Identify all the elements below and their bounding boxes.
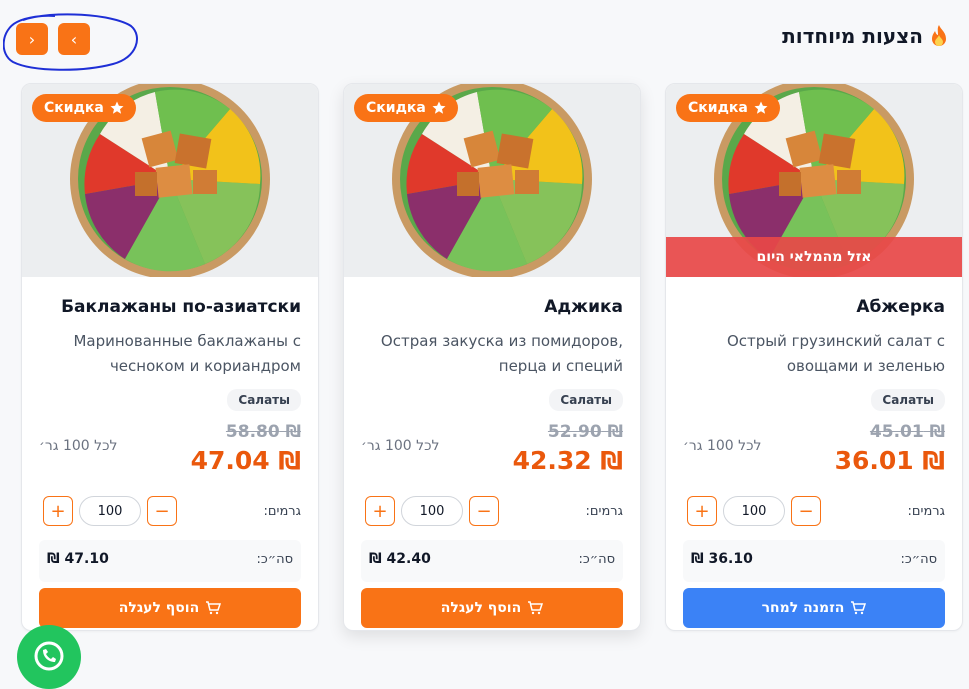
quantity-row: גרמים: + 100 − bbox=[39, 496, 301, 530]
plus-icon: + bbox=[50, 500, 66, 522]
quantity-stepper: + 100 − bbox=[43, 496, 177, 526]
product-description: Маринованные баклажаны с чесноком и кори… bbox=[73, 332, 301, 375]
quantity-input[interactable]: 100 bbox=[79, 496, 141, 526]
total-value: ₪ 47.10 bbox=[47, 551, 109, 567]
minus-icon: − bbox=[476, 500, 492, 522]
cta-label: הוסף לעגלה bbox=[440, 600, 522, 616]
price-unit: לכל 100 גר׳ bbox=[683, 438, 762, 454]
sold-out-banner: אזל מהמלאי היום bbox=[666, 237, 962, 277]
new-price: ₪ 36.01 bbox=[834, 446, 945, 475]
product-description: Острая закуска из помидоров, перца и спе… bbox=[380, 332, 623, 375]
badge-label: Скидка bbox=[366, 100, 426, 116]
minus-icon: − bbox=[154, 500, 170, 522]
total-row: סה״כ: ₪ 42.40 bbox=[361, 540, 623, 582]
plus-icon: + bbox=[694, 500, 710, 522]
category-tag: Салаты bbox=[549, 389, 623, 411]
whatsapp-button[interactable] bbox=[17, 625, 81, 689]
carousel-nav: › ‹ bbox=[16, 23, 90, 55]
product-name[interactable]: Баклажаны по-азиатски bbox=[39, 297, 301, 317]
product-card[interactable]: Скидка אזל מהמלאי היום Абжерка Острый гр… bbox=[665, 83, 963, 631]
star-icon bbox=[110, 101, 124, 114]
preorder-button[interactable]: הזמנה למחר bbox=[683, 588, 945, 628]
discount-badge: Скидка bbox=[676, 94, 780, 122]
price-block: ₪ 45.01 ₪ 36.01 לכל 100 גר׳ bbox=[683, 416, 945, 480]
increase-button[interactable]: + bbox=[43, 496, 73, 526]
decrease-button[interactable]: − bbox=[469, 496, 499, 526]
badge-label: Скидка bbox=[688, 100, 748, 116]
increase-button[interactable]: + bbox=[687, 496, 717, 526]
total-row: סה״כ: ₪ 36.10 bbox=[683, 540, 945, 582]
product-card[interactable]: Скидка Баклажаны по-азиатски Маринованны… bbox=[21, 83, 319, 631]
category-tag: Салаты bbox=[871, 389, 945, 411]
cta-label: הזמנה למחר bbox=[761, 600, 845, 616]
old-price: ₪ 45.01 bbox=[869, 422, 945, 442]
add-to-cart-button[interactable]: הוסף לעגלה bbox=[39, 588, 301, 628]
grams-label: גרמים: bbox=[585, 504, 623, 519]
decrease-button[interactable]: − bbox=[791, 496, 821, 526]
minus-icon: − bbox=[798, 500, 814, 522]
quantity-stepper: + 100 − bbox=[687, 496, 821, 526]
new-price: ₪ 42.32 bbox=[512, 446, 623, 475]
quantity-row: גרמים: + 100 − bbox=[361, 496, 623, 530]
carousel-prev-button[interactable]: ‹ bbox=[58, 23, 90, 55]
discount-badge: Скидка bbox=[354, 94, 458, 122]
chevron-left-icon: ‹ bbox=[70, 29, 78, 49]
quantity-input[interactable]: 100 bbox=[401, 496, 463, 526]
quantity-input[interactable]: 100 bbox=[723, 496, 785, 526]
plus-icon: + bbox=[372, 500, 388, 522]
total-row: סה״כ: ₪ 47.10 bbox=[39, 540, 301, 582]
quantity-stepper: + 100 − bbox=[365, 496, 499, 526]
cart-icon bbox=[206, 601, 222, 615]
old-price: ₪ 52.90 bbox=[547, 422, 623, 442]
product-image[interactable]: Скидка bbox=[344, 84, 640, 277]
add-to-cart-button[interactable]: הוסף לעגלה bbox=[361, 588, 623, 628]
whatsapp-icon bbox=[34, 641, 64, 671]
fire-icon bbox=[932, 25, 946, 46]
quantity-row: גרמים: + 100 − bbox=[683, 496, 945, 530]
section-header: הצעות מיוחדות bbox=[782, 24, 949, 48]
new-price: ₪ 47.04 bbox=[190, 446, 301, 475]
price-unit: לכל 100 גר׳ bbox=[361, 438, 440, 454]
product-card[interactable]: Скидка Аджика Острая закуска из помидоро… bbox=[343, 83, 641, 631]
product-image[interactable]: Скидка אזל מהמלאי היום bbox=[666, 84, 962, 277]
product-name[interactable]: Аджика bbox=[361, 297, 623, 317]
category-tag: Салаты bbox=[227, 389, 301, 411]
cart-icon bbox=[851, 601, 867, 615]
decrease-button[interactable]: − bbox=[147, 496, 177, 526]
discount-badge: Скидка bbox=[32, 94, 136, 122]
cart-icon bbox=[528, 601, 544, 615]
price-block: ₪ 58.80 ₪ 47.04 לכל 100 גר׳ bbox=[39, 416, 301, 480]
total-label: סה״כ: bbox=[256, 552, 293, 567]
total-value: ₪ 42.40 bbox=[369, 551, 431, 567]
carousel-next-button[interactable]: › bbox=[16, 23, 48, 55]
old-price: ₪ 58.80 bbox=[225, 422, 301, 442]
price-block: ₪ 52.90 ₪ 42.32 לכל 100 גר׳ bbox=[361, 416, 623, 480]
product-name[interactable]: Абжерка bbox=[683, 297, 945, 317]
star-icon bbox=[754, 101, 768, 114]
total-value: ₪ 36.10 bbox=[691, 551, 753, 567]
badge-label: Скидка bbox=[44, 100, 104, 116]
star-icon bbox=[432, 101, 446, 114]
total-label: סה״כ: bbox=[900, 552, 937, 567]
cta-label: הוסף לעגלה bbox=[118, 600, 200, 616]
product-image[interactable]: Скидка bbox=[22, 84, 318, 277]
grams-label: גרמים: bbox=[907, 504, 945, 519]
total-label: סה״כ: bbox=[578, 552, 615, 567]
chevron-right-icon: › bbox=[28, 29, 36, 49]
grams-label: גרמים: bbox=[263, 504, 301, 519]
increase-button[interactable]: + bbox=[365, 496, 395, 526]
section-title: הצעות מיוחדות bbox=[782, 24, 923, 48]
product-description: Острый грузинский салат с овощами и зеле… bbox=[726, 332, 945, 375]
price-unit: לכל 100 גר׳ bbox=[39, 438, 118, 454]
